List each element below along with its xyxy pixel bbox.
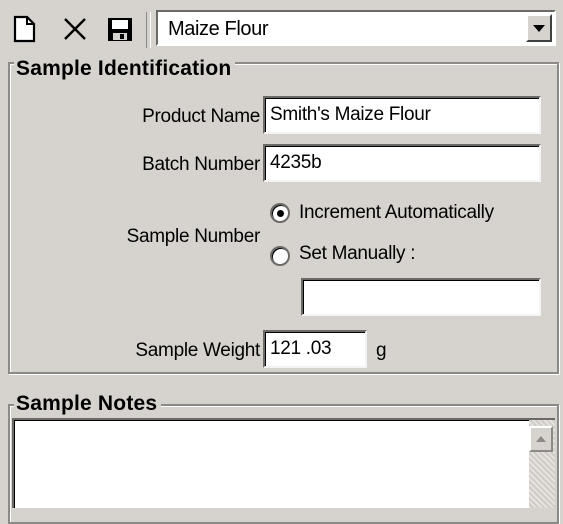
- save-icon: [108, 18, 132, 41]
- sample-weight-unit: g: [376, 340, 387, 361]
- sample-weight-label: Sample Weight: [135, 340, 260, 361]
- product-name-input[interactable]: Smith's Maize Flour: [263, 96, 541, 134]
- product-select-value: Maize Flour: [168, 18, 269, 40]
- chevron-up-icon: [536, 436, 546, 442]
- radio-selected-dot: [277, 210, 284, 217]
- delete-icon: [64, 18, 86, 40]
- delete-button[interactable]: [60, 14, 90, 44]
- product-name-label: Product Name: [142, 106, 260, 127]
- increment-automatically-radio[interactable]: [270, 203, 290, 223]
- sample-identification-title: Sample Identification: [14, 57, 236, 81]
- set-manually-label[interactable]: Set Manually :: [299, 243, 416, 265]
- sample-weight-input[interactable]: 121 .03: [263, 330, 367, 368]
- set-manually-radio[interactable]: [270, 246, 290, 266]
- sample-notes-textarea[interactable]: [12, 418, 555, 508]
- sample-notes-title: Sample Notes: [14, 392, 162, 416]
- product-select-dropdown-button[interactable]: [526, 14, 552, 42]
- chevron-down-icon: [533, 25, 545, 32]
- batch-number-label: Batch Number: [142, 154, 260, 175]
- increment-automatically-label[interactable]: Increment Automatically: [299, 202, 494, 224]
- manual-sample-number-input[interactable]: [301, 278, 541, 316]
- notes-scrollbar[interactable]: [529, 420, 555, 508]
- batch-number-input[interactable]: 4235b: [263, 144, 541, 182]
- sample-number-label: Sample Number: [126, 226, 261, 247]
- save-button[interactable]: [105, 14, 135, 44]
- product-select[interactable]: Maize Flour: [156, 10, 556, 46]
- new-document-button[interactable]: [10, 14, 40, 44]
- new-document-icon: [13, 15, 36, 43]
- scroll-up-button[interactable]: [529, 426, 553, 452]
- toolbar-separator: [146, 12, 151, 48]
